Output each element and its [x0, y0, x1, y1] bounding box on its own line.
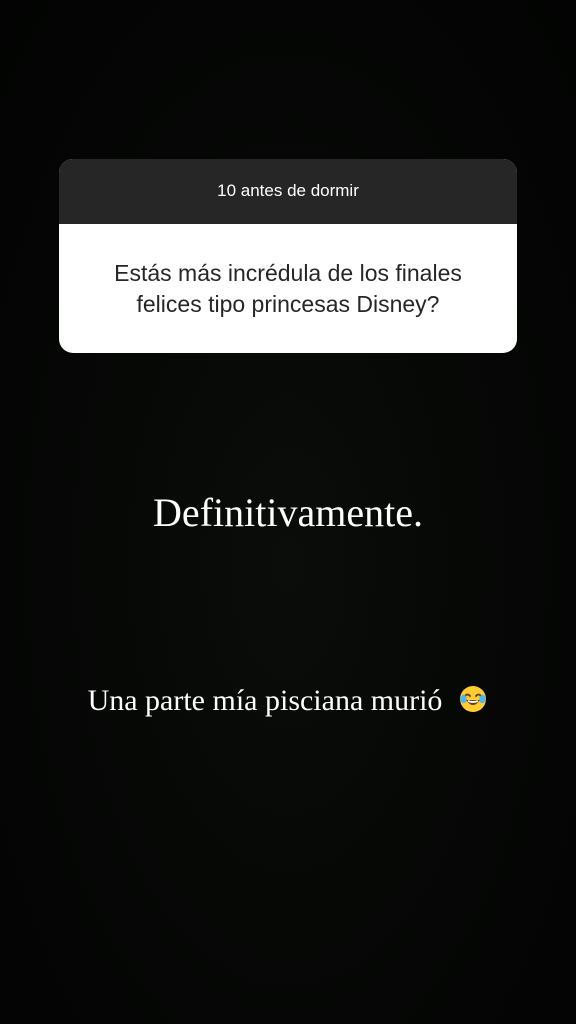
question-sticker-header: 10 antes de dormir	[59, 159, 517, 224]
answer-sub-text: Una parte mía pisciana murió	[87, 684, 443, 717]
question-sticker[interactable]: 10 antes de dormir Estás más incrédula d…	[59, 159, 517, 353]
face-with-tears-of-joy-icon	[458, 684, 488, 714]
question-sticker-text: Estás más incrédula de los finales felic…	[114, 259, 462, 317]
answer-main-text: Definitivamente.	[153, 490, 423, 535]
story-canvas: 10 antes de dormir Estás más incrédula d…	[0, 0, 576, 1024]
answer-sub-line: Una parte mía pisciana murió	[0, 681, 576, 721]
